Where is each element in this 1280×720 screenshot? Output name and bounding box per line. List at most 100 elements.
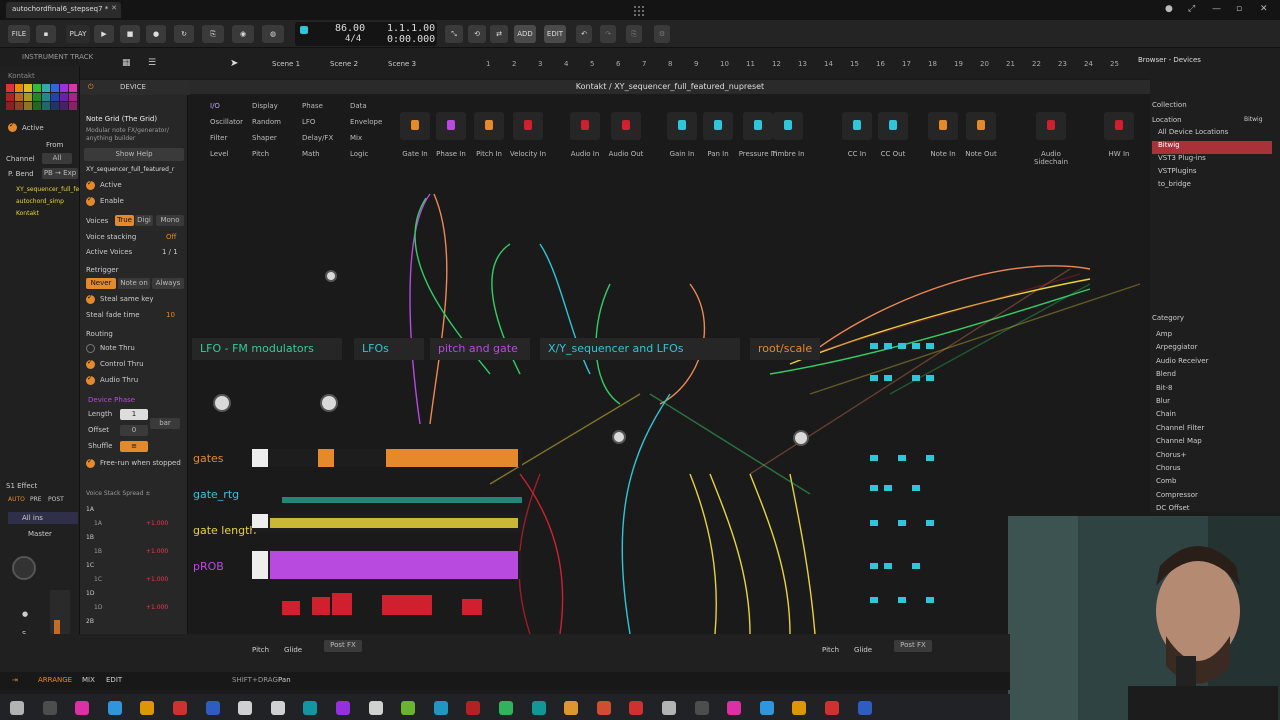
scene-2[interactable]: Scene 2 <box>330 60 358 68</box>
io-module-icon[interactable] <box>743 112 773 140</box>
category-tab[interactable]: Math <box>302 150 320 158</box>
ruler-bar-number[interactable]: 7 <box>642 60 646 68</box>
undo-icon[interactable]: ↶ <box>576 25 592 43</box>
taskbar-app-icon[interactable] <box>303 701 318 715</box>
step-sequencer-gates[interactable] <box>252 449 522 467</box>
grid-view-icon[interactable]: ▦ <box>122 58 131 68</box>
taskbar-app-icon[interactable] <box>531 701 546 715</box>
io-module-icon[interactable] <box>842 112 872 140</box>
location-tag[interactable]: Bitwig <box>1244 116 1263 123</box>
ruler-bar-number[interactable]: 16 <box>876 60 885 68</box>
ruler-bar-number[interactable]: 2 <box>512 60 516 68</box>
list-item[interactable]: Bitwig <box>1152 141 1272 154</box>
clip-launcher-icon[interactable]: ◉ <box>232 25 254 43</box>
ruler-bar-number[interactable]: 17 <box>902 60 911 68</box>
taskbar-app-icon[interactable] <box>336 701 350 715</box>
ruler-bar-number[interactable]: 9 <box>694 60 698 68</box>
list-item[interactable]: Blur <box>1152 397 1272 410</box>
pbend-select[interactable]: PB → Exp <box>42 168 78 179</box>
taskbar-app-icon[interactable] <box>238 701 253 715</box>
list-item[interactable]: Audio Receiver <box>1152 357 1272 370</box>
loop-icon[interactable]: ⟲ <box>468 25 486 43</box>
post-fx-button-1[interactable]: Post FX <box>324 640 362 652</box>
taskbar-app-icon[interactable] <box>759 701 774 715</box>
ruler-bar-number[interactable]: 23 <box>1058 60 1067 68</box>
punch-icon[interactable]: ⤡ <box>445 25 463 43</box>
taskbar-app-icon[interactable] <box>694 701 709 715</box>
edit-tab[interactable]: EDIT <box>106 676 122 684</box>
edit-button[interactable]: EDIT <box>544 25 566 43</box>
taskbar-app-icon[interactable] <box>466 701 481 715</box>
pointer-tool-icon[interactable]: ➤ <box>230 58 238 69</box>
retrigger-never-button[interactable]: Never <box>86 278 116 289</box>
scene-3[interactable]: Scene 3 <box>388 60 416 68</box>
step-sequencer-velocity[interactable] <box>252 593 522 615</box>
collection-tab[interactable]: Collection <box>1152 101 1187 109</box>
io-module-icon[interactable] <box>474 112 504 140</box>
category-tab[interactable]: Oscillator <box>210 118 243 126</box>
ruler-bar-number[interactable]: 13 <box>798 60 807 68</box>
metronome-icon[interactable]: ◍ <box>262 25 284 43</box>
module-group-pitch-gate[interactable]: pitch and gate <box>430 338 530 360</box>
module-group-lfos[interactable]: LFOs <box>354 338 424 360</box>
enable-checkbox[interactable] <box>86 195 95 206</box>
taskbar-app-icon[interactable] <box>368 701 383 715</box>
io-module-icon[interactable] <box>667 112 697 140</box>
redo-icon[interactable]: ↷ <box>600 25 616 43</box>
list-item[interactable]: Chorus+ <box>1152 451 1272 464</box>
ruler-bar-number[interactable]: 25 <box>1110 60 1119 68</box>
category-tab[interactable]: Data <box>350 102 367 110</box>
module-group-lfo-fm[interactable]: LFO - FM modulators <box>192 338 342 360</box>
input-select[interactable]: All ins <box>8 512 78 524</box>
taskbar-app-icon[interactable] <box>173 701 187 715</box>
step-sequencer-gate-length[interactable] <box>252 514 522 532</box>
list-item[interactable]: Channel Map <box>1152 437 1272 450</box>
ruler-bar-number[interactable]: 1 <box>486 60 490 68</box>
taskbar-app-icon[interactable] <box>596 701 611 715</box>
io-module-icon[interactable] <box>1104 112 1134 140</box>
retrigger-always-button[interactable]: Always <box>152 278 184 289</box>
list-item[interactable]: Channel Filter <box>1152 424 1272 437</box>
ruler-bar-number[interactable]: 8 <box>668 60 672 68</box>
list-item-value[interactable]: +1.000 <box>146 604 168 611</box>
arrange-tab[interactable]: ARRANGE <box>38 676 72 684</box>
list-item[interactable]: to_bridge <box>1152 180 1272 193</box>
window-maximize-icon[interactable]: ▫ <box>1236 4 1242 14</box>
taskbar-app-icon[interactable] <box>75 701 90 715</box>
io-module-icon[interactable] <box>878 112 908 140</box>
ruler-bar-number[interactable]: 15 <box>850 60 859 68</box>
list-item[interactable]: Kontakt <box>6 210 78 222</box>
io-module-icon[interactable] <box>928 112 958 140</box>
ruler-bar-number[interactable]: 19 <box>954 60 963 68</box>
step-sequencer-prob[interactable] <box>252 551 522 579</box>
list-item-value[interactable]: +1.000 <box>146 548 168 555</box>
show-help-button[interactable]: Show Help <box>84 148 184 161</box>
category-tab[interactable]: LFO <box>302 118 315 126</box>
post-fx-button-2[interactable]: Post FX <box>894 640 932 652</box>
ruler-bar-number[interactable]: 21 <box>1006 60 1015 68</box>
panel-toggle-icon[interactable]: ⇥ <box>12 676 18 684</box>
list-item[interactable]: Compressor <box>1152 491 1272 504</box>
add-button[interactable]: ADD <box>514 25 536 43</box>
lfo-rate-knob[interactable] <box>213 394 231 412</box>
task-view-icon[interactable] <box>42 701 57 715</box>
free-run-checkbox[interactable] <box>86 457 95 468</box>
bias-knob[interactable] <box>325 270 337 282</box>
ruler-bar-number[interactable]: 10 <box>720 60 729 68</box>
taskbar-app-icon[interactable] <box>857 701 872 715</box>
power-icon[interactable]: ⏻ <box>88 83 94 92</box>
list-item[interactable]: XY_sequencer_full_fe <box>6 186 79 198</box>
taskbar-app-icon[interactable] <box>270 701 285 715</box>
ruler-bar-number[interactable]: 22 <box>1032 60 1041 68</box>
taskbar-app-icon[interactable] <box>792 701 807 715</box>
restore-icon[interactable]: ⤢ <box>1188 4 1195 14</box>
length-value[interactable]: 1 <box>120 409 148 420</box>
module-group-xy-sequencer[interactable]: X/Y_sequencer and LFOs <box>540 338 740 360</box>
retrigger-note-on-button[interactable]: Note on <box>118 278 150 289</box>
list-item[interactable]: All Device Locations <box>1152 128 1272 141</box>
steal-same-checkbox[interactable] <box>86 293 95 304</box>
list-item[interactable]: VST3 Plug-ins <box>1152 154 1272 167</box>
overdub-icon[interactable]: ⎘ <box>202 25 224 43</box>
io-module-icon[interactable] <box>513 112 543 140</box>
ruler-bar-number[interactable]: 6 <box>616 60 620 68</box>
